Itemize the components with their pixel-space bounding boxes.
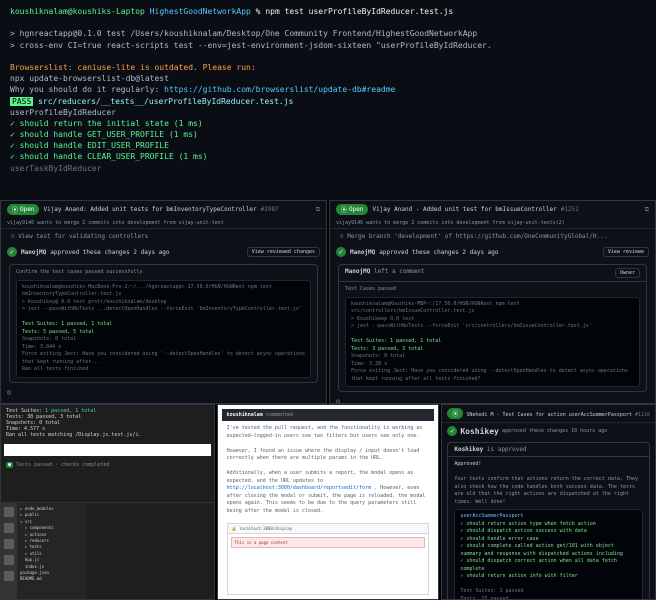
pr-number: #2987 <box>261 206 279 213</box>
tree-item[interactable]: README.md <box>20 576 84 582</box>
test-cases-title: Test Cases passed <box>345 286 640 294</box>
comment-body: I've tested the pull request, and the fu… <box>222 421 435 519</box>
emoji-reaction-button[interactable]: ☺ <box>330 396 655 404</box>
comment-author[interactable]: ManojMQ <box>345 268 370 275</box>
terminal-output: koushiknalam@koushiks-Laptop HighestGood… <box>0 0 656 200</box>
test-script-line: > hgnreactapp@0.1.0 test /Users/koushikn… <box>10 28 646 39</box>
test-case-1: ✓ should return the initial state (1 ms) <box>10 118 646 129</box>
browserslist-url[interactable]: https://github.com/browserslist/update-d… <box>164 85 395 94</box>
browser-screenshot: 🔒 localhost:3000/display This is a page … <box>227 523 430 595</box>
test-case-4: ✓ should handle CLEAR_USER_PROFILE (1 ms… <box>10 151 646 162</box>
ci-pass-badge: ● <box>6 462 13 468</box>
comment-text: Confirm the test cases passed successful… <box>16 269 311 277</box>
timeline-note: View test for validating controllers <box>18 233 148 240</box>
reviewer-name[interactable]: Koshikey <box>460 427 499 436</box>
git-merge-icon: ⦿ <box>12 205 18 214</box>
browserslist-warning: Browserslist: caniuse-lite is outdated. … <box>10 62 646 73</box>
test-output-code: userAccSummerPassport ✓ should return ac… <box>454 509 643 600</box>
prompt-dir: HighestGoodNetworkApp <box>150 7 251 16</box>
comment-time: commented <box>266 412 293 418</box>
pr-status-open: ⦿ Open <box>336 204 368 215</box>
pr-title[interactable]: Vijay Anand: Added unit tests for bmInve… <box>43 206 256 213</box>
copy-icon[interactable]: ⧉ <box>316 206 320 214</box>
page-content-box: This is a page content <box>231 537 426 548</box>
pr-number: #1251 <box>561 206 579 213</box>
pr-branch-info: vijay9146 wants to merge 2 commits into … <box>1 218 326 228</box>
pr-status-open: ⦿ <box>447 408 463 419</box>
npm-command: npm test userProfileByIdReducer.test.js <box>265 7 453 16</box>
review-comment-box: ManojMQ left a comment Owner Test Cases … <box>338 264 647 392</box>
suite-name: userProfileByIdReducer <box>10 107 646 118</box>
reviewer-name[interactable]: ManojMQ <box>350 249 375 256</box>
review-action: approved these changes 2 days ago <box>50 249 169 256</box>
jest-summary: Test Suites: 1 passed, 1 total Tests: 38… <box>1 405 214 441</box>
merge-branch-note: Merge branch 'development' of https://gi… <box>347 233 607 240</box>
emoji-reaction-button[interactable]: ☺ <box>1 387 326 399</box>
prompt-user: koushiknalam@koushiks-Laptop <box>10 7 145 16</box>
copy-icon[interactable]: ⧉ <box>645 206 649 214</box>
view-reviewed-changes-button[interactable]: View reviewe <box>603 247 649 257</box>
git-icon[interactable] <box>4 539 14 549</box>
pr-status-open: ⦿ Open <box>7 204 39 215</box>
git-merge-icon: ⦿ <box>341 205 347 214</box>
pr-title[interactable]: SNehedi M - Test Cases for action userAc… <box>466 412 632 418</box>
test-case-2: ✓ should handle GET_USER_PROFILE (1 ms) <box>10 129 646 140</box>
npx-update-line: npx update-browserslist-db@latest <box>10 73 646 84</box>
github-pr-panel-left: ⦿ Open Vijay Anand: Added unit tests for… <box>0 200 327 404</box>
comment-action: left a comment <box>374 268 425 275</box>
pass-file: src/reducers/__tests__/userProfileByIdRe… <box>38 97 293 106</box>
check-icon: ✓ <box>336 247 346 257</box>
owner-badge: Owner <box>615 268 640 278</box>
check-icon: ✓ <box>447 426 457 436</box>
review-body-text: Your tests confirm that actions return t… <box>454 476 643 506</box>
file-explorer[interactable]: ▸ node_modules ▸ public ▾ src ▸ componen… <box>17 503 87 599</box>
github-comment-panel: koushiknalam commented I've tested the p… <box>217 404 440 600</box>
view-reviewed-changes-button[interactable]: View reviewed changes <box>247 247 320 257</box>
comment-author[interactable]: koushiknalam <box>227 412 263 418</box>
debug-icon[interactable] <box>4 555 14 565</box>
pr-number: #1116 <box>635 412 650 418</box>
editor-panel: Test Suites: 1 passed, 1 total Tests: 38… <box>0 404 215 600</box>
ci-status-text: Tests passed · checks completed <box>16 462 109 468</box>
comment-author[interactable]: Koshikey <box>454 446 483 453</box>
pr-title[interactable]: Vijay Anand - Added unit test for bmIssu… <box>372 206 556 213</box>
github-pr-panel-right: ⦿ Open Vijay Anand - Added unit test for… <box>329 200 656 404</box>
review-action: approved these changes 2 days ago <box>379 249 498 256</box>
vscode-activity-bar <box>1 503 17 599</box>
files-icon[interactable] <box>4 507 14 517</box>
url-bar: localhost:3000/display <box>239 526 292 531</box>
review-action: approved these changes 10 hours ago <box>502 428 607 434</box>
why-text: Why you should do it regularly: <box>10 85 159 94</box>
review-comment-box: Confirm the test cases passed successful… <box>9 264 318 383</box>
extensions-icon[interactable] <box>4 571 14 581</box>
pass-badge: PASS <box>10 97 33 106</box>
test-output-code: koushiknalam@koushiks-MacBook-Pro-2:~/..… <box>16 280 311 378</box>
prompt-symbol: % <box>256 7 261 16</box>
next-suite: userTaskByIdReducer <box>10 163 646 174</box>
pr-branch-info: vijay9146 wants to merge 2 commits into … <box>330 218 655 228</box>
test-case-3: ✓ should handle EDIT_USER_PROFILE <box>10 140 646 151</box>
search-icon[interactable] <box>4 523 14 533</box>
github-pr-panel-3: ⦿ SNehedi M - Test Cases for action user… <box>441 404 656 600</box>
test-output-code: koushiknalam@Koushiks-MBP~:/17.50.0/HGN/… <box>345 297 640 388</box>
lock-icon: 🔒 <box>232 526 237 531</box>
localhost-link[interactable]: http://localhost:3000/dashboard/reportse… <box>227 485 372 491</box>
reviewer-name[interactable]: ManojMQ <box>21 249 46 256</box>
approved-heading: Approved! <box>454 461 643 469</box>
check-icon: ✓ <box>7 247 17 257</box>
vscode-window: ▸ node_modules ▸ public ▾ src ▸ componen… <box>1 502 214 599</box>
crossenv-line: > cross-env CI=true react-scripts test -… <box>10 40 646 51</box>
